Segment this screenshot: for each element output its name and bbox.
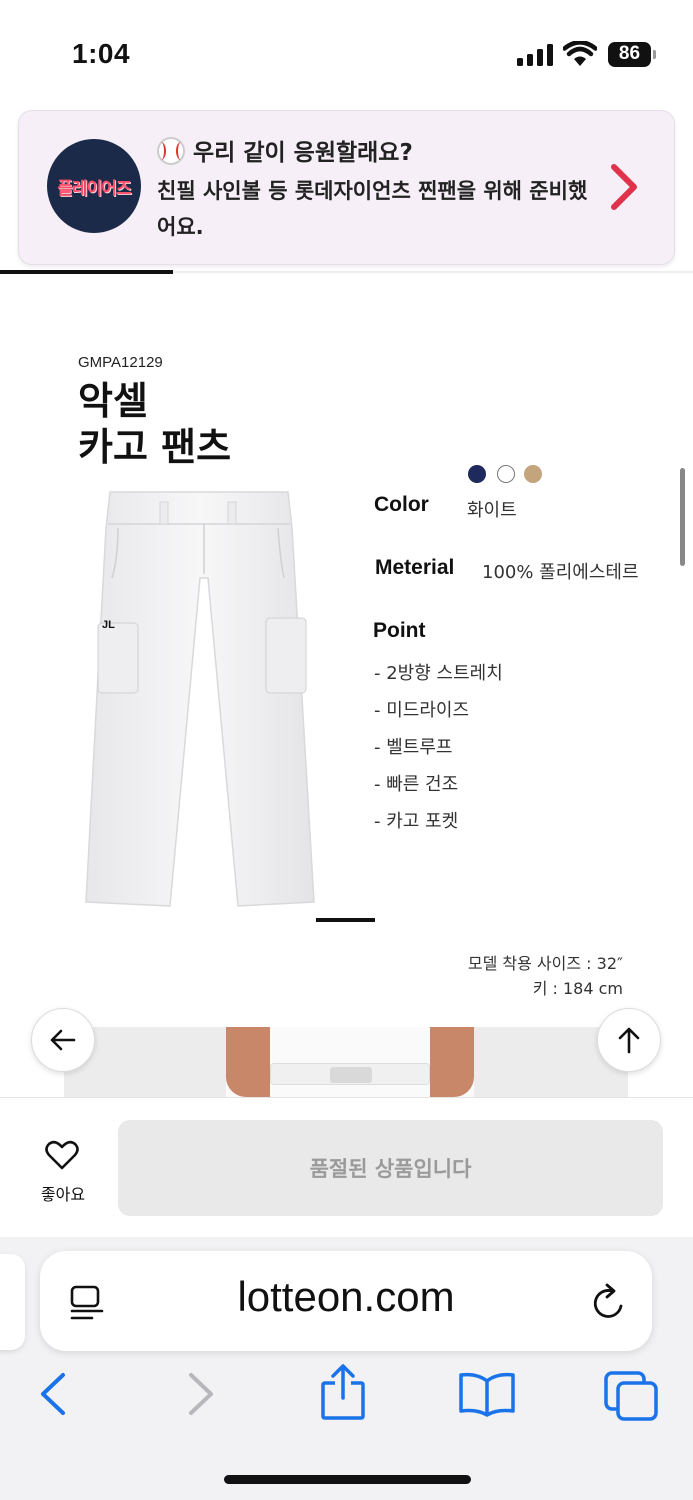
material-label: Meterial [375, 556, 455, 579]
promo-body: 친필 사인볼 등 롯데자이언츠 찐팬을 위해 준비했어요. [157, 179, 588, 239]
scroll-top-button[interactable] [597, 1008, 661, 1072]
promo-banner[interactable]: 플레이어즈 우리 같이 응원할래요? 친필 사인볼 등 롯데자이언츠 찐팬을 위… [18, 110, 675, 265]
material-value: 100% 폴리에스테르 [482, 562, 639, 583]
baseball-icon [157, 137, 185, 165]
browser-back-icon[interactable] [38, 1371, 68, 1417]
heart-icon[interactable] [45, 1140, 79, 1170]
battery-icon: 86 [608, 42, 656, 67]
model-photo [64, 1027, 628, 1097]
swatch-navy[interactable] [468, 465, 486, 483]
image-indicator [316, 918, 375, 922]
point-item: - 미드라이즈 [374, 700, 470, 721]
like-label[interactable]: 좋아요 [24, 1181, 102, 1205]
status-time: 1:04 [72, 38, 131, 69]
status-bar: 1:04 86 [0, 0, 693, 100]
reload-icon[interactable] [590, 1282, 628, 1322]
product-name-line2: 카고 팬츠 [78, 425, 232, 469]
point-item: - 카고 포켓 [374, 811, 459, 832]
scrollbar[interactable] [680, 468, 685, 566]
banner-indicator [0, 270, 173, 274]
arrow-left-icon [50, 1029, 76, 1051]
swatch-white[interactable] [497, 465, 515, 483]
arrow-up-icon [618, 1027, 640, 1054]
browser-toolbar: lotteon.com [0, 1237, 693, 1500]
soldout-button[interactable]: 품절된 상품입니다 [118, 1120, 663, 1216]
battery-level: 86 [618, 43, 641, 64]
point-item: - 벨트루프 [374, 737, 453, 758]
purchase-bar: 좋아요 품절된 상품입니다 [0, 1097, 693, 1237]
color-label: Color [374, 493, 429, 516]
swatch-tan[interactable] [524, 465, 542, 483]
chevron-right-icon[interactable] [609, 163, 639, 211]
product-name-line1: 악셀 [78, 379, 148, 423]
color-value: 화이트 [467, 500, 517, 521]
signal-icon [517, 44, 553, 66]
browser-forward-icon[interactable] [186, 1371, 216, 1417]
promo-title-text: 우리 같이 응원할래요? [193, 140, 413, 166]
url-text[interactable]: lotteon.com [40, 1273, 652, 1321]
address-bar[interactable]: lotteon.com [40, 1251, 652, 1351]
point-item: - 2방향 스트레치 [374, 663, 503, 684]
back-button[interactable] [31, 1008, 95, 1072]
product-image[interactable]: JL [78, 488, 338, 913]
players-logo: 플레이어즈 [47, 139, 141, 233]
share-icon[interactable] [320, 1363, 366, 1421]
product-name: 악셀 카고 팬츠 [78, 378, 378, 470]
model-size: 모델 착용 사이즈 : 32″ [467, 954, 623, 973]
model-height: 키 : 184 cm [532, 979, 623, 998]
bookmarks-icon[interactable] [457, 1371, 517, 1417]
product-code: GMPA12129 [78, 354, 163, 371]
point-label: Point [373, 619, 426, 642]
wifi-icon [563, 41, 597, 66]
svg-text:JL: JL [102, 619, 115, 631]
tabs-icon[interactable] [604, 1371, 658, 1421]
point-item: - 빠른 건조 [374, 774, 459, 795]
home-indicator [224, 1475, 471, 1484]
previous-tab-edge[interactable] [0, 1254, 25, 1350]
players-logo-text: 플레이어즈 [57, 178, 131, 199]
promo-title: 우리 같이 응원할래요? [157, 133, 413, 167]
